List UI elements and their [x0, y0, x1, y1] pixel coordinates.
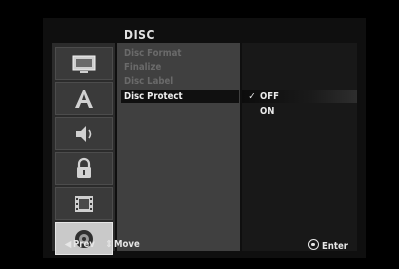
left-arrow-icon: ◀ — [64, 239, 72, 250]
language-icon — [75, 89, 93, 108]
tab-lock[interactable] — [55, 152, 113, 185]
option-on[interactable]: ON — [242, 105, 357, 118]
film-icon — [75, 195, 93, 212]
menu-item-disc-protect[interactable]: Disc Protect — [121, 90, 239, 103]
option-off[interactable]: ✓ OFF — [242, 90, 357, 103]
category-sidebar — [52, 43, 115, 255]
option-label: OFF — [260, 91, 279, 102]
menu-item-disc-format[interactable]: Disc Format — [121, 47, 239, 60]
up-down-arrow-icon: ⇕ — [105, 239, 113, 250]
disc-menu-panel: Disc Format Finalize Disc Label Disc Pro… — [117, 43, 240, 251]
monitor-icon — [72, 55, 96, 73]
option-label: ON — [260, 106, 275, 117]
prev-hint[interactable]: ◀ Prev — [63, 239, 95, 250]
checkmark-icon: ✓ — [248, 91, 256, 102]
menu-item-finalize[interactable]: Finalize — [121, 61, 239, 74]
options-panel: ✓ OFF ON — [242, 43, 357, 251]
enter-icon — [307, 239, 319, 250]
enter-hint[interactable]: Enter — [307, 239, 348, 252]
disc-settings-screen: DISC Disc Format Finalize Disc Label Dis… — [43, 18, 366, 258]
menu-title: DISC — [124, 28, 156, 42]
tab-display[interactable] — [55, 47, 113, 80]
move-hint: ⇕Move — [105, 239, 140, 250]
speaker-icon — [76, 125, 92, 142]
menu-item-disc-label[interactable]: Disc Label — [121, 75, 239, 88]
tab-language[interactable] — [55, 82, 113, 115]
tab-audio[interactable] — [55, 117, 113, 150]
tab-recording[interactable] — [55, 187, 113, 220]
footer-hints: ◀ Prev ⇕Move Enter — [52, 238, 357, 254]
lock-icon — [77, 157, 91, 178]
